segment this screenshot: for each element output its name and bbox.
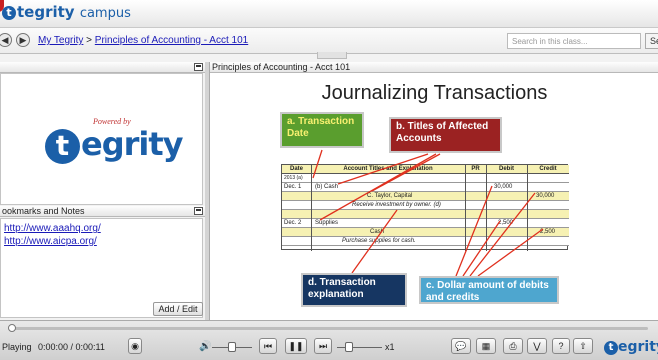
speed-value: x1 [385, 342, 395, 352]
volume-handle[interactable] [228, 342, 236, 352]
callout-transaction-explanation: d. Transaction explanation [301, 273, 407, 307]
playback-time: 0:00:00 / 0:00:11 [38, 342, 105, 352]
arrow-capital [371, 153, 441, 192]
help-icon[interactable]: ? [552, 338, 570, 354]
volume-icon[interactable]: 🔊 [199, 341, 211, 352]
arrow-credit-1 [469, 192, 536, 277]
skip-forward-icon[interactable]: ⏭ [314, 338, 332, 354]
callout-transaction-date: a. Transaction Date [280, 112, 364, 148]
thumbnails-icon[interactable]: ▦ [476, 338, 496, 354]
tegrity-brand-icon: t [604, 341, 618, 355]
arrow-debit-1 [455, 185, 493, 277]
speed-slider[interactable] [337, 347, 382, 348]
seek-bar[interactable] [8, 327, 648, 330]
chat-icon[interactable]: 💬 [451, 338, 471, 354]
arrow-cash [337, 153, 429, 185]
player-bar: Playing 0:00:00 / 0:00:11 ◉ 🔊 ⏮ ❚❚ ⏭ x1 … [0, 320, 658, 360]
arrow-debit-2 [462, 220, 501, 277]
tegrity-window: t tegrity​ campus ◀ ▶ My Tegrity > Princi… [0, 0, 658, 360]
arrow-supplies [319, 153, 437, 221]
collapse-icon[interactable]: ⋁ [527, 338, 547, 354]
pause-icon[interactable]: ❚❚ [285, 338, 307, 354]
upload-icon[interactable]: ⇧ [573, 338, 593, 354]
callout-dollar-amounts: c. Dollar amount of debits and credits [419, 276, 559, 304]
skip-back-icon[interactable]: ⏮ [259, 338, 277, 354]
arrow-explanation [351, 209, 398, 274]
tegrity-brand[interactable]: tegrity [604, 339, 658, 355]
callout-account-titles: b. Titles of Affected Accounts [389, 117, 502, 153]
record-icon[interactable]: ◉ [128, 338, 142, 354]
playback-status: Playing [2, 342, 32, 352]
speed-icon[interactable] [345, 342, 353, 352]
arrow-date [312, 149, 323, 179]
print-icon[interactable]: ⎙ [503, 338, 523, 354]
seek-handle[interactable] [8, 324, 16, 332]
